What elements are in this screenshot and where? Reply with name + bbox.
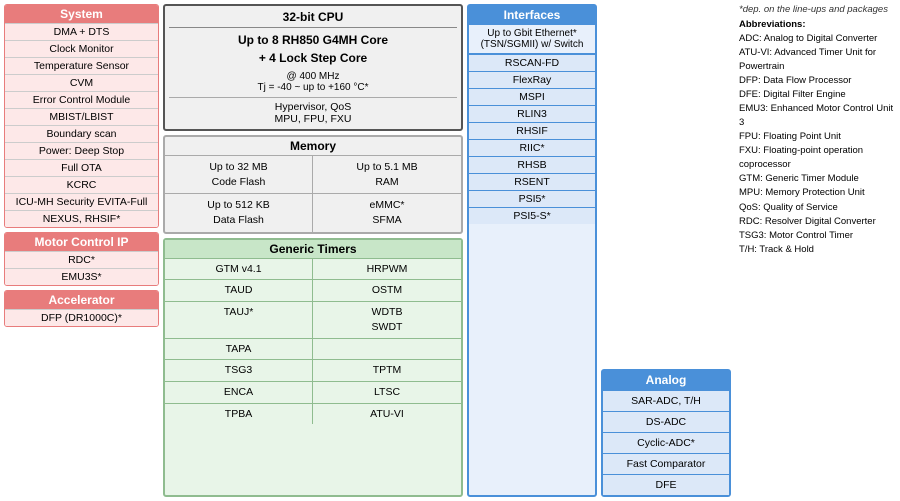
notes-abbrev-item: DFP: Data Flow Processor [739,74,896,87]
timer-cell-right: OSTM [313,279,461,301]
interface-item: PSI5* [469,190,595,207]
notes-abbrev-item: QoS: Quality of Service [739,201,896,214]
notes-abbrev-item: EMU3: Enhanced Motor Control Unit 3 [739,102,896,129]
notes-abbrev-title: Abbreviations: [739,19,896,30]
cpu-detail: @ 400 MHz Tj = -40 ~ up to +160 °C* [169,71,457,93]
timers-grid: GTM v4.1HRPWMTAUDOSTMTAUJ*WDTBSWDTTAPATS… [165,259,461,425]
notes-abbrev-item: FPU: Floating Point Unit [739,130,896,143]
timer-cell-right [313,338,461,360]
memory-cell: eMMC*SFMA [313,193,461,231]
analog-item: Cyclic-ADC* [603,432,729,453]
memory-grid: Up to 32 MBCode FlashUp to 5.1 MBRAMUp t… [165,156,461,232]
notes-abbrev-item: DFE: Digital Filter Engine [739,88,896,101]
interfaces-panel: Interfaces Up to Gbit Ethernet*(TSN/SGMI… [467,4,597,497]
memory-cell: Up to 5.1 MBRAM [313,156,461,193]
timers-panel: Generic Timers GTM v4.1HRPWMTAUDOSTMTAUJ… [163,238,463,497]
system-item: DMA + DTS [5,23,158,40]
interface-item: RHSB [469,156,595,173]
analog-item: Fast Comparator [603,453,729,474]
interface-item: RSCAN-FD [469,54,595,71]
analog-item: SAR-ADC, T/H [603,390,729,411]
timer-cell-left: GTM v4.1 [165,259,313,280]
system-item: Power: Deep Stop [5,142,158,159]
right-column: Interfaces Up to Gbit Ethernet*(TSN/SGMI… [467,4,896,497]
analog-item: DFE [603,474,729,495]
accel-body: DFP (DR1000C)* [5,309,158,326]
system-item: CVM [5,74,158,91]
system-item: Error Control Module [5,91,158,108]
system-panel: System DMA + DTSClock MonitorTemperature… [4,4,159,228]
accel-header: Accelerator [5,291,158,309]
timer-cell-right: WDTBSWDT [313,301,461,337]
cpu-bottom: Hypervisor, QoS MPU, FPU, FXU [169,97,457,125]
interfaces-items: RSCAN-FDFlexRayMSPIRLIN3RHSIFRIIC*RHSBRS… [469,54,595,224]
analog-panel: Analog SAR-ADC, T/HDS-ADCCyclic-ADC*Fast… [601,369,731,497]
timer-cell-left: TAPA [165,338,313,360]
interface-item: RSENT [469,173,595,190]
left-column: System DMA + DTSClock MonitorTemperature… [4,4,159,497]
motor-item: RDC* [5,251,158,268]
notes-abbrev-item: ADC: Analog to Digital Converter [739,32,896,45]
timer-cell-right: LTSC [313,381,461,403]
analog-item: DS-ADC [603,411,729,432]
memory-cell: Up to 32 MBCode Flash [165,156,313,193]
notes-abbrev-item: ATU-VI: Advanced Timer Unit for Powertra… [739,46,896,73]
interface-item: FlexRay [469,71,595,88]
system-item: Full OTA [5,159,158,176]
timer-cell-left: TSG3 [165,359,313,381]
interface-item: RLIN3 [469,105,595,122]
timer-cell-left: ENCA [165,381,313,403]
analog-header: Analog [603,371,729,390]
timer-cell-left: TPBA [165,403,313,425]
accel-item: DFP (DR1000C)* [5,309,158,326]
timer-cell-left: TAUJ* [165,301,313,337]
timer-cell-right: HRPWM [313,259,461,280]
system-body: DMA + DTSClock MonitorTemperature Sensor… [5,23,158,227]
timer-cell-left: TAUD [165,279,313,301]
system-item: ICU-MH Security EVITA-Full [5,193,158,210]
accel-panel: Accelerator DFP (DR1000C)* [4,290,159,327]
interface-item: PSI5-S* [469,207,595,224]
main-container: System DMA + DTSClock MonitorTemperature… [0,0,900,501]
cpu-header: 32-bit CPU [169,10,457,28]
interface-item: RIIC* [469,139,595,156]
system-item: NEXUS, RHSIF* [5,210,158,227]
motor-header: Motor Control IP [5,233,158,251]
notes-items: ADC: Analog to Digital ConverterATU-VI: … [739,32,896,257]
notes-abbrev-item: T/H: Track & Hold [739,243,896,256]
motor-panel: Motor Control IP RDC*EMU3S* [4,232,159,286]
analog-items: SAR-ADC, T/HDS-ADCCyclic-ADC*Fast Compar… [603,390,729,495]
motor-body: RDC*EMU3S* [5,251,158,285]
right-top: Interfaces Up to Gbit Ethernet*(TSN/SGMI… [467,4,896,497]
notes-abbrev-item: FXU: Floating-point operation coprocesso… [739,144,896,171]
timers-header: Generic Timers [165,240,461,259]
notes-footnote: *dep. on the line-ups and packages [739,4,896,15]
memory-cell: Up to 512 KBData Flash [165,193,313,231]
interface-item: RHSIF [469,122,595,139]
interfaces-top: Up to Gbit Ethernet*(TSN/SGMII) w/ Switc… [469,25,595,54]
cpu-main: Up to 8 RH850 G4MH Core + 4 Lock Step Co… [169,31,457,67]
timer-cell-right: ATU-VI [313,403,461,425]
notes-abbrev-item: GTM: Generic Timer Module [739,172,896,185]
notes-abbrev-item: TSG3: Motor Control Timer [739,229,896,242]
timer-cell-right: TPTM [313,359,461,381]
interfaces-header: Interfaces [469,6,595,25]
system-item: Clock Monitor [5,40,158,57]
system-item: KCRC [5,176,158,193]
system-item: Temperature Sensor [5,57,158,74]
middle-column: 32-bit CPU Up to 8 RH850 G4MH Core + 4 L… [163,4,463,497]
system-header: System [5,5,158,23]
cpu-panel: 32-bit CPU Up to 8 RH850 G4MH Core + 4 L… [163,4,463,131]
system-item: Boundary scan [5,125,158,142]
memory-header: Memory [165,137,461,156]
motor-item: EMU3S* [5,268,158,285]
memory-panel: Memory Up to 32 MBCode FlashUp to 5.1 MB… [163,135,463,234]
notes-abbrev-item: MPU: Memory Protection Unit [739,186,896,199]
interface-item: MSPI [469,88,595,105]
system-item: MBIST/LBIST [5,108,158,125]
notes-abbrev-item: RDC: Resolver Digital Converter [739,215,896,228]
notes-column: *dep. on the line-ups and packages Abbre… [735,4,896,497]
